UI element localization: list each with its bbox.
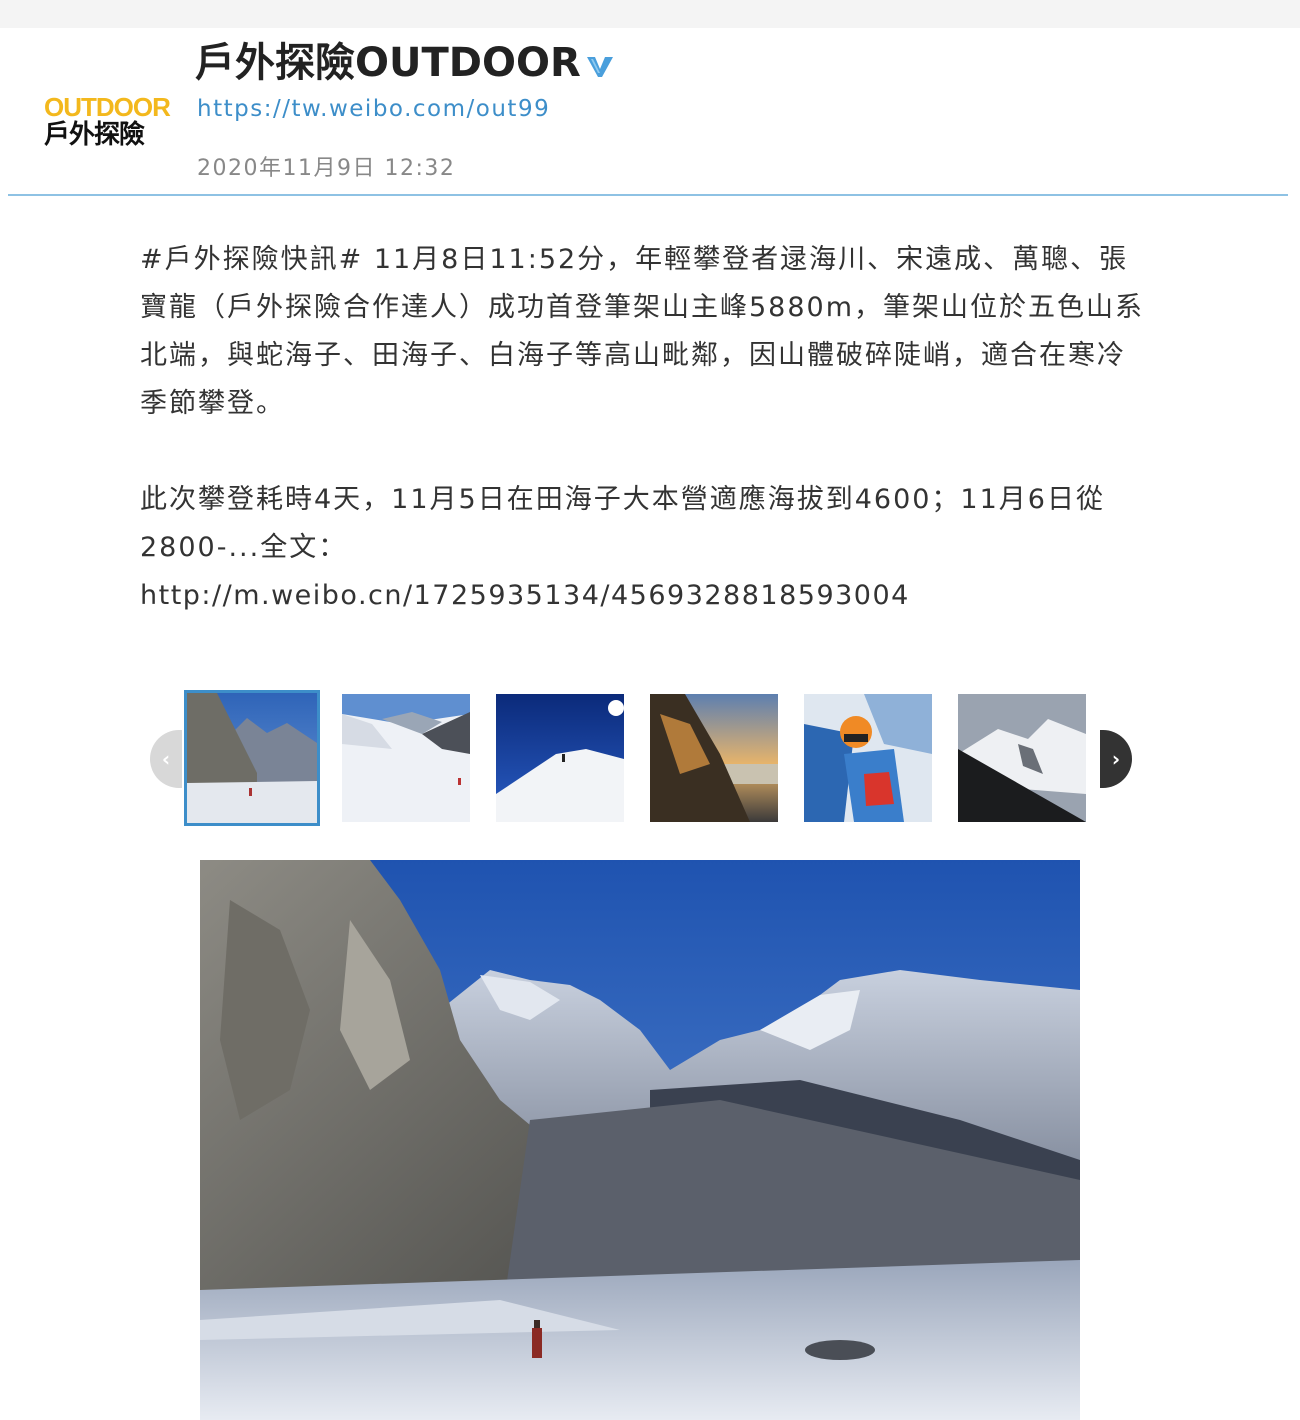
header-divider	[8, 194, 1288, 196]
gallery-thumbnail-6[interactable]	[958, 694, 1086, 822]
account-avatar[interactable]: OUTDOOR 戶外探險	[30, 48, 171, 183]
full-text-link[interactable]: http://m.weibo.cn/1725935134/45693288185…	[140, 572, 1150, 620]
post-header: OUTDOOR 戶外探險 戶外探險OUTDOOR https://tw.weib…	[0, 28, 1300, 196]
account-name-row: 戶外探險OUTDOOR	[195, 38, 615, 88]
gallery-thumbnail-5[interactable]	[804, 694, 932, 822]
top-bar	[0, 0, 1300, 28]
image-gallery-strip: ‹ ›	[150, 690, 1132, 826]
avatar-logo-text-en: OUTDOOR	[44, 92, 171, 122]
gallery-next-button[interactable]: ›	[1100, 730, 1132, 788]
post-paragraph-2: 此次攀登耗時4天，11月5日在田海子大本營適應海拔到4600；11月6日從280…	[140, 476, 1150, 620]
gallery-thumbnail-3[interactable]	[496, 694, 624, 822]
post-paragraph-2-text: 此次攀登耗時4天，11月5日在田海子大本營適應海拔到4600；11月6日從280…	[140, 484, 1105, 563]
gallery-prev-button[interactable]: ‹	[150, 730, 182, 788]
gallery-thumbnail-2[interactable]	[342, 694, 470, 822]
chevron-right-icon: ›	[1111, 747, 1121, 771]
post-content: #戶外探險快訊# 11月8日11:52分，年輕攀登者逯海川、宋遠成、萬聰、張寶龍…	[140, 236, 1150, 620]
avatar-logo-text-zh: 戶外探險	[44, 120, 145, 150]
post-timestamp: 2020年11月9日 12:32	[197, 156, 456, 181]
gallery-thumbnail-4[interactable]	[650, 694, 778, 822]
main-photo[interactable]	[200, 860, 1080, 1420]
profile-link[interactable]: https://tw.weibo.com/out99	[197, 96, 550, 122]
verified-v-icon	[585, 53, 615, 83]
account-name[interactable]: 戶外探險OUTDOOR	[195, 38, 581, 88]
gallery-thumbnail-1[interactable]	[184, 690, 320, 826]
chevron-left-icon: ‹	[161, 747, 171, 771]
post-paragraph-1: #戶外探險快訊# 11月8日11:52分，年輕攀登者逯海川、宋遠成、萬聰、張寶龍…	[140, 244, 1145, 419]
